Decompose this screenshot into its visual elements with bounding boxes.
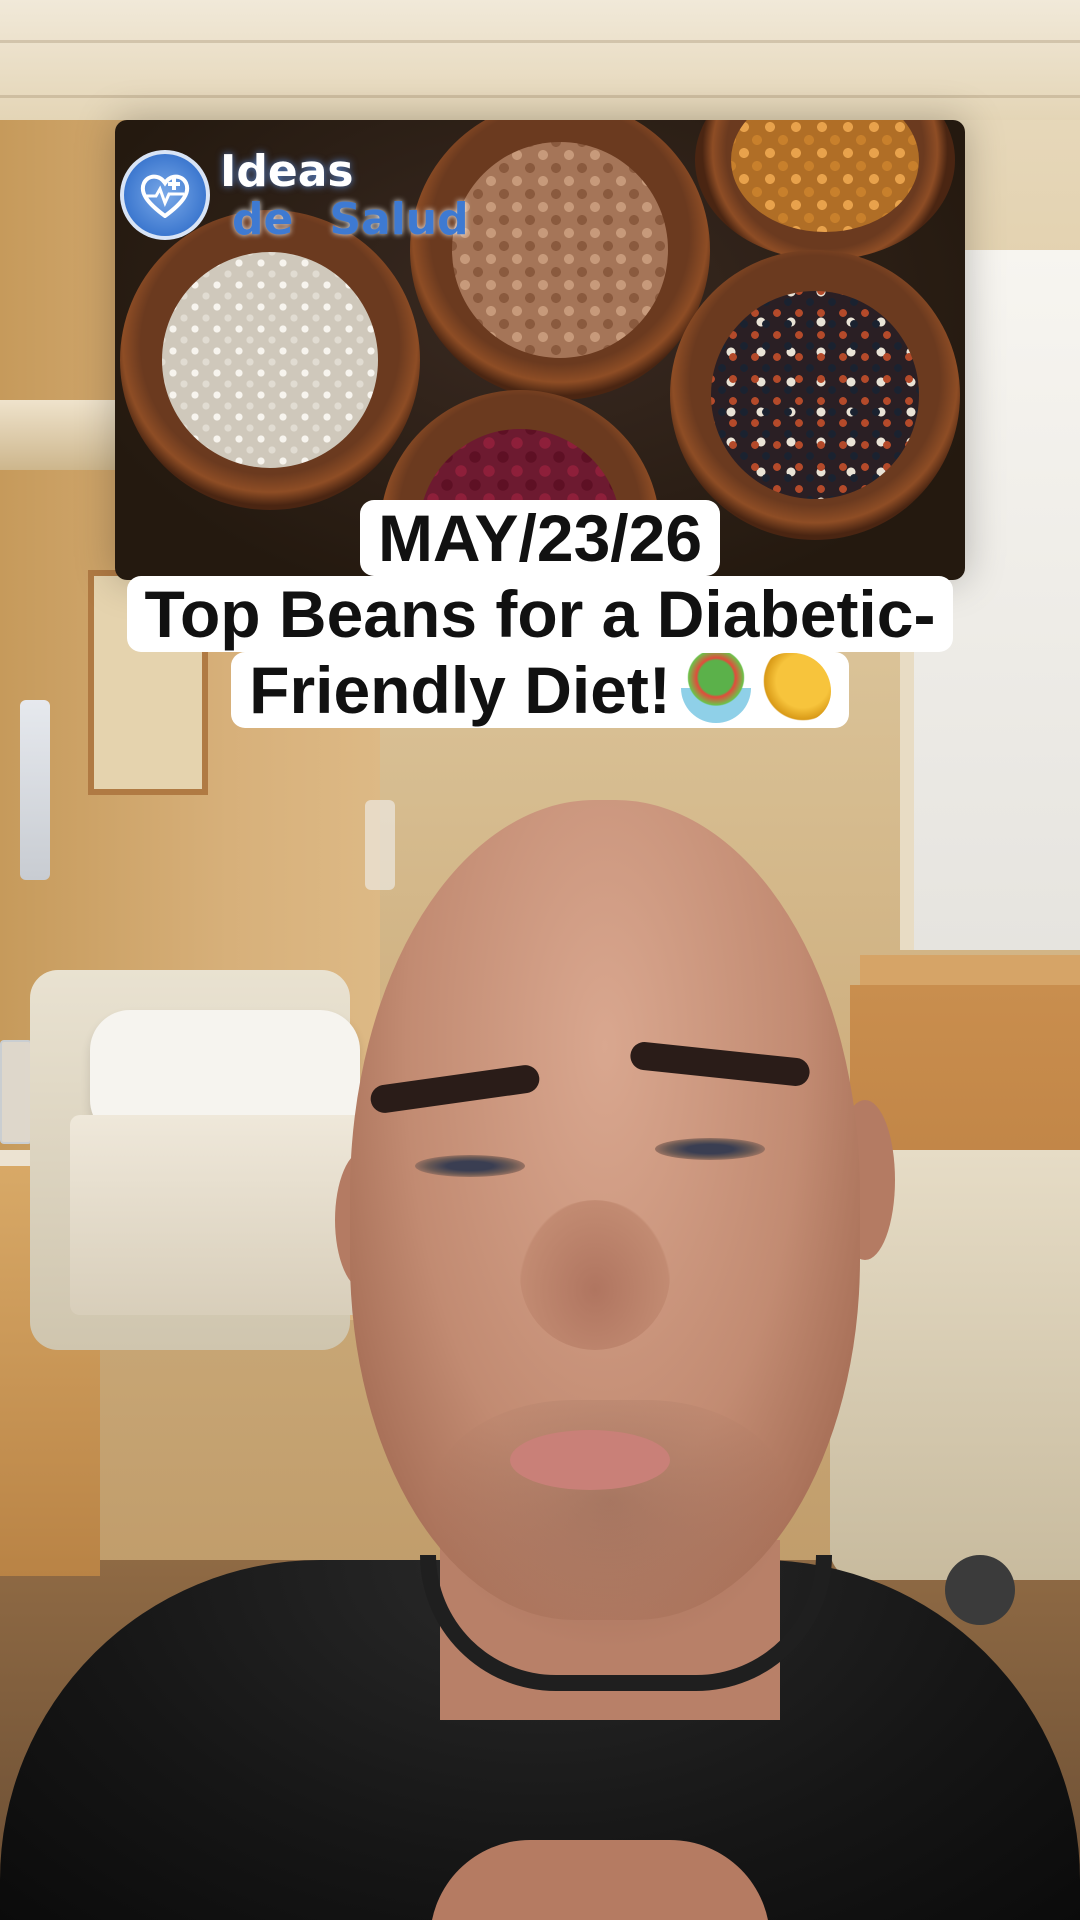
brand-line1: Ideas — [220, 146, 354, 197]
ceiling — [0, 0, 1080, 120]
window-sill — [860, 955, 1080, 985]
bowl-mixed-beans — [670, 250, 960, 540]
video-caption: MAY/23/26 Top Beans for a Diabetic- Frie… — [90, 500, 990, 728]
caption-title-line2: Friendly Diet! — [231, 652, 849, 728]
eye-left — [415, 1155, 525, 1177]
heart-medical-cross-icon — [120, 150, 210, 240]
nose — [520, 1200, 670, 1350]
caption-title-line1: Top Beans for a Diabetic- — [126, 576, 954, 652]
mouth — [510, 1430, 670, 1490]
flexed-biceps-emoji-icon — [760, 653, 831, 723]
iv-device — [20, 700, 50, 880]
iv-bag — [365, 800, 395, 890]
brand-watermark: Ideas de Salud — [220, 148, 469, 244]
video-frame: Ideas de Salud MAY/23/26 Top Beans for a … — [0, 0, 1080, 1920]
brand-line2: de Salud — [232, 194, 469, 245]
water-glass — [0, 1040, 32, 1144]
bowl-white-beans — [120, 210, 420, 510]
bed-wheel — [945, 1555, 1015, 1625]
eye-right — [655, 1138, 765, 1160]
hands — [430, 1840, 770, 1920]
caption-date: MAY/23/26 — [359, 500, 721, 576]
salad-emoji-icon — [680, 653, 751, 723]
bowl-yellow-beans — [695, 120, 955, 260]
